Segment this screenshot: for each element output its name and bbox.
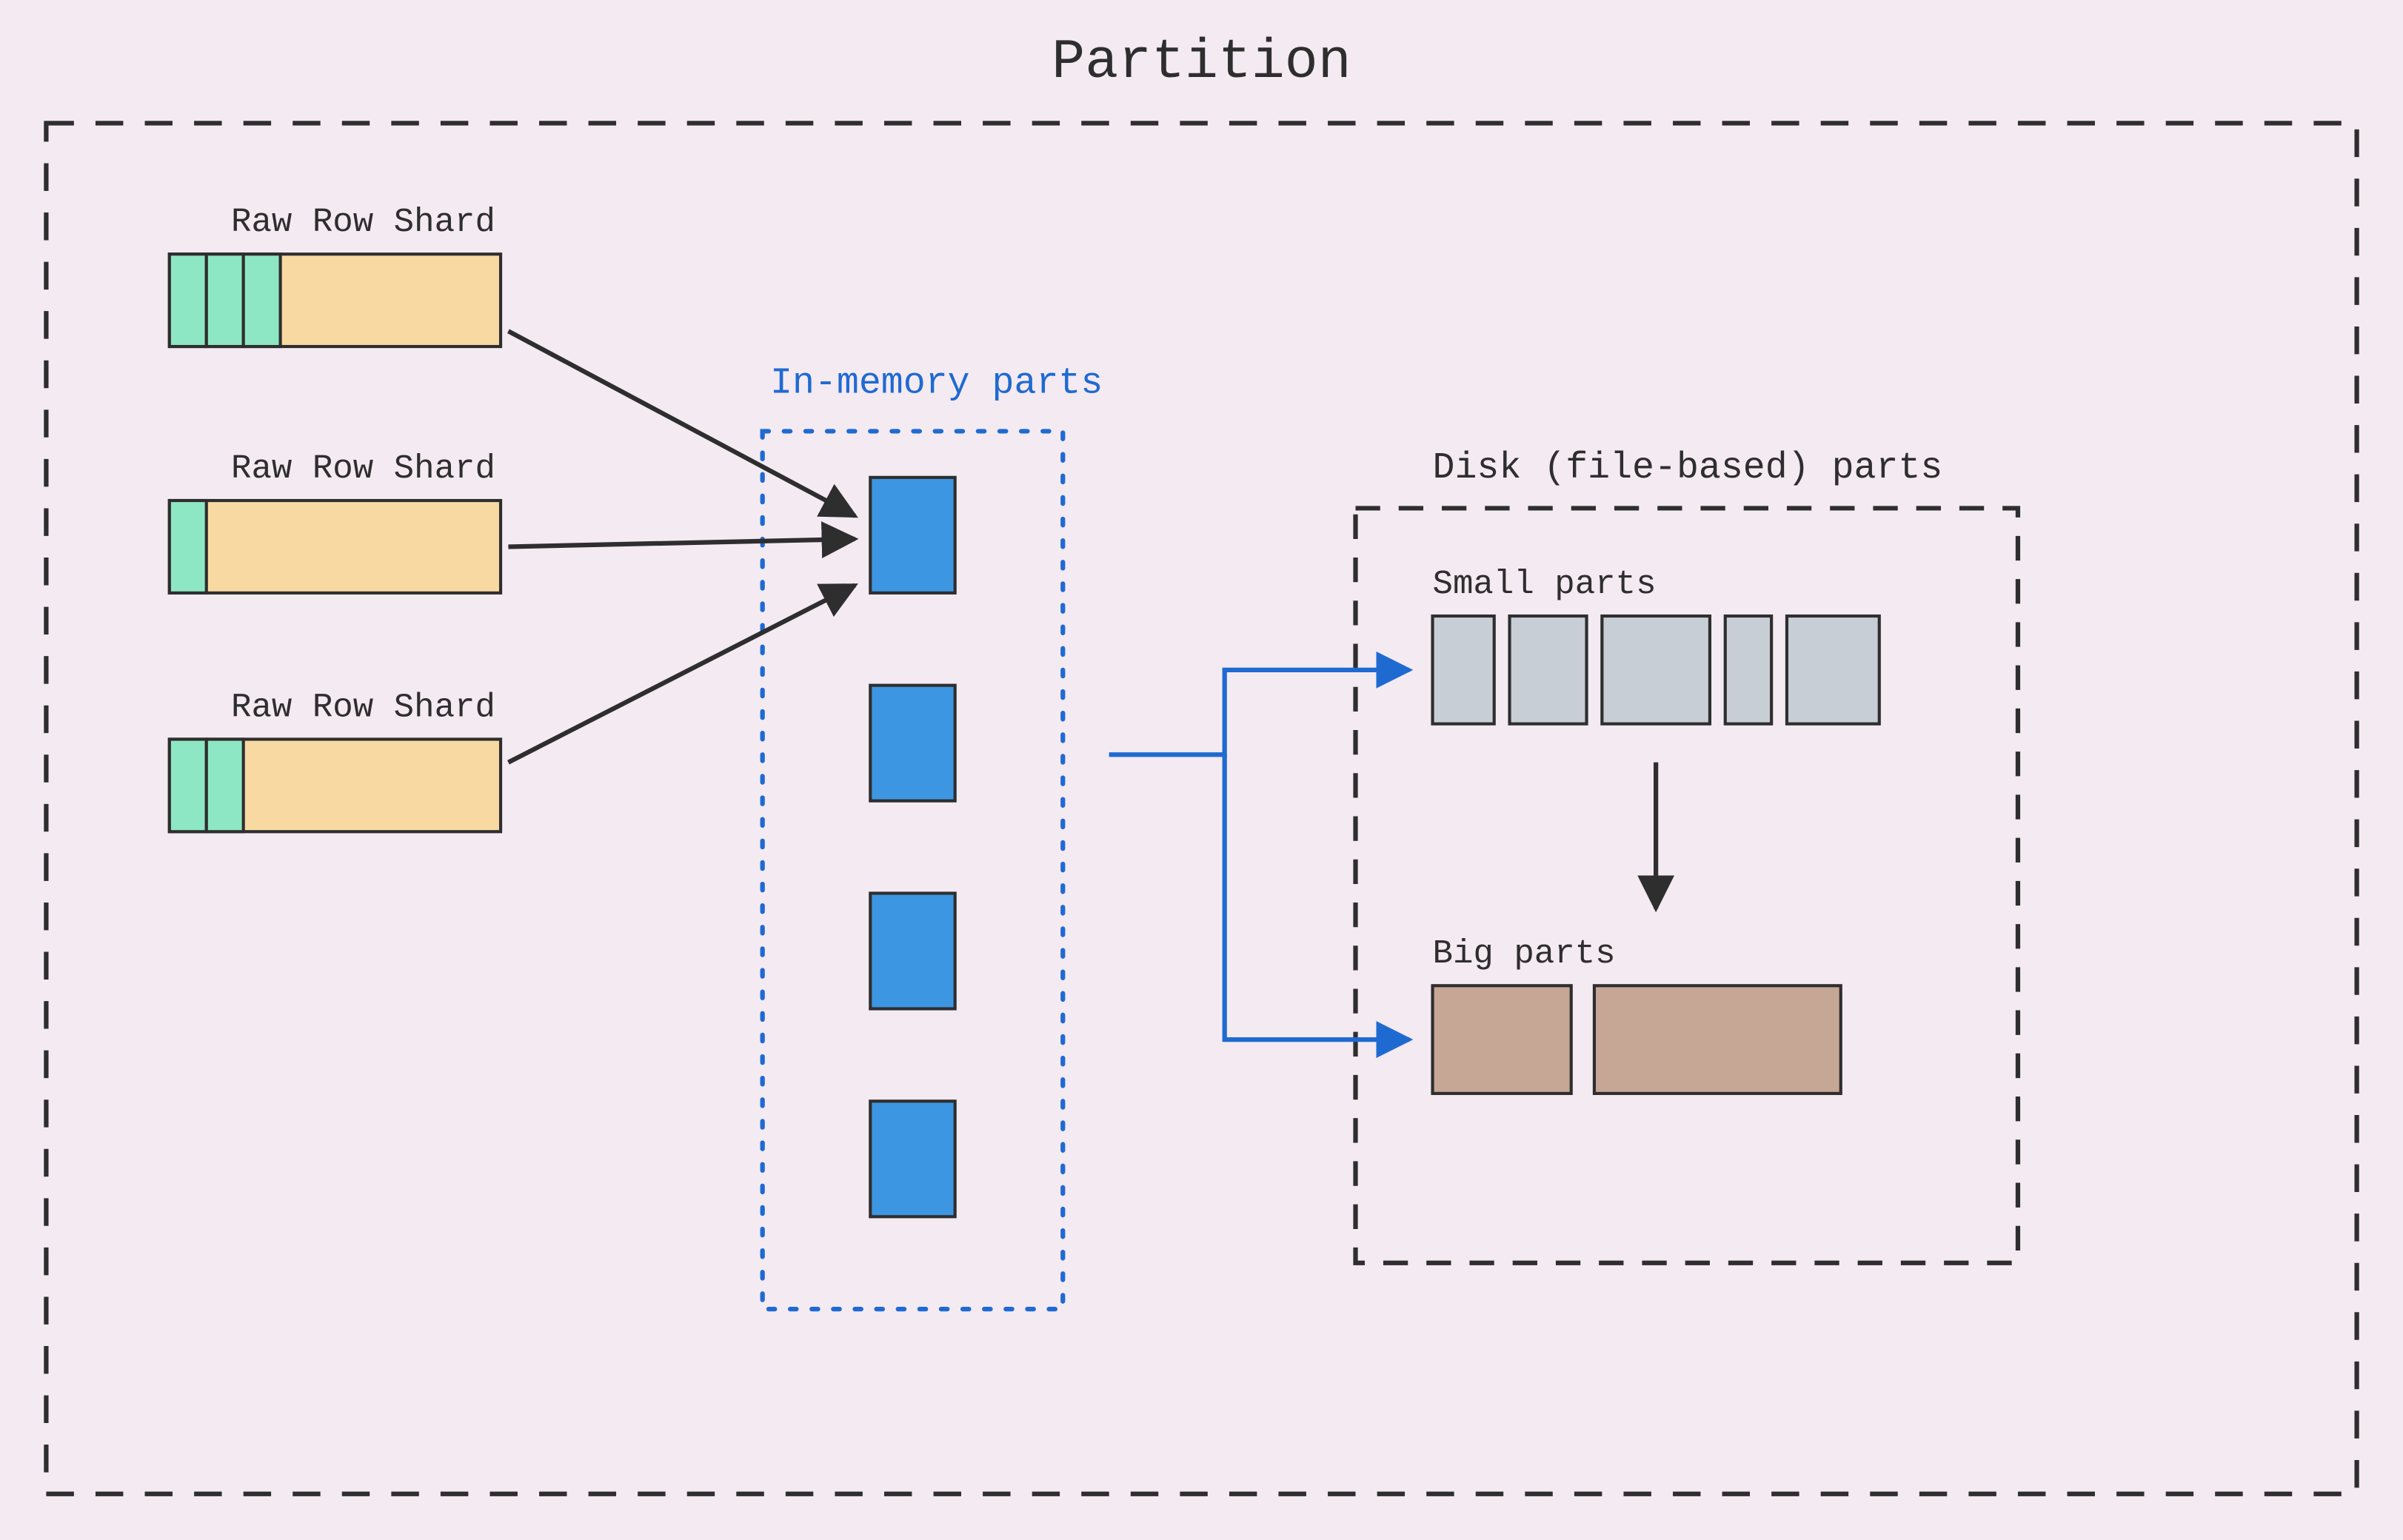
arrow-shard-to-memory <box>508 539 855 546</box>
big-part <box>1594 985 1841 1094</box>
arrow-shard-to-memory <box>508 585 855 762</box>
memory-part <box>870 893 955 1008</box>
memory-part <box>870 478 955 593</box>
diagram-title: Partition <box>1052 32 1351 94</box>
shard-label: Raw Row Shard <box>231 203 495 241</box>
arrow-memory-to-big <box>1225 754 1410 1040</box>
big-parts-row <box>1433 985 1841 1094</box>
raw-row-shard <box>170 739 501 831</box>
in-memory-parts <box>870 478 955 1216</box>
arrow-shard-to-memory <box>508 331 855 516</box>
shard-label: Raw Row Shard <box>231 449 495 488</box>
partition-diagram: Partition Raw Row Shard Raw Row Shard Ra… <box>0 0 2403 1540</box>
disk-label: Disk (file-based) parts <box>1433 446 1943 489</box>
small-part <box>1433 616 1494 724</box>
big-parts-label: Big parts <box>1433 934 1616 973</box>
memory-part <box>870 686 955 801</box>
small-parts-label: Small parts <box>1433 565 1657 603</box>
small-part <box>1787 616 1879 724</box>
shard-label: Raw Row Shard <box>231 688 495 726</box>
memory-part <box>870 1101 955 1216</box>
raw-row-shard <box>170 500 501 593</box>
raw-row-shard <box>170 254 501 346</box>
small-part <box>1510 616 1587 724</box>
arrow-memory-to-small <box>1109 670 1410 754</box>
small-part <box>1602 616 1710 724</box>
in-memory-label: In-memory parts <box>770 361 1103 404</box>
small-part <box>1725 616 1771 724</box>
small-parts-row <box>1433 616 1879 724</box>
big-part <box>1433 985 1571 1094</box>
